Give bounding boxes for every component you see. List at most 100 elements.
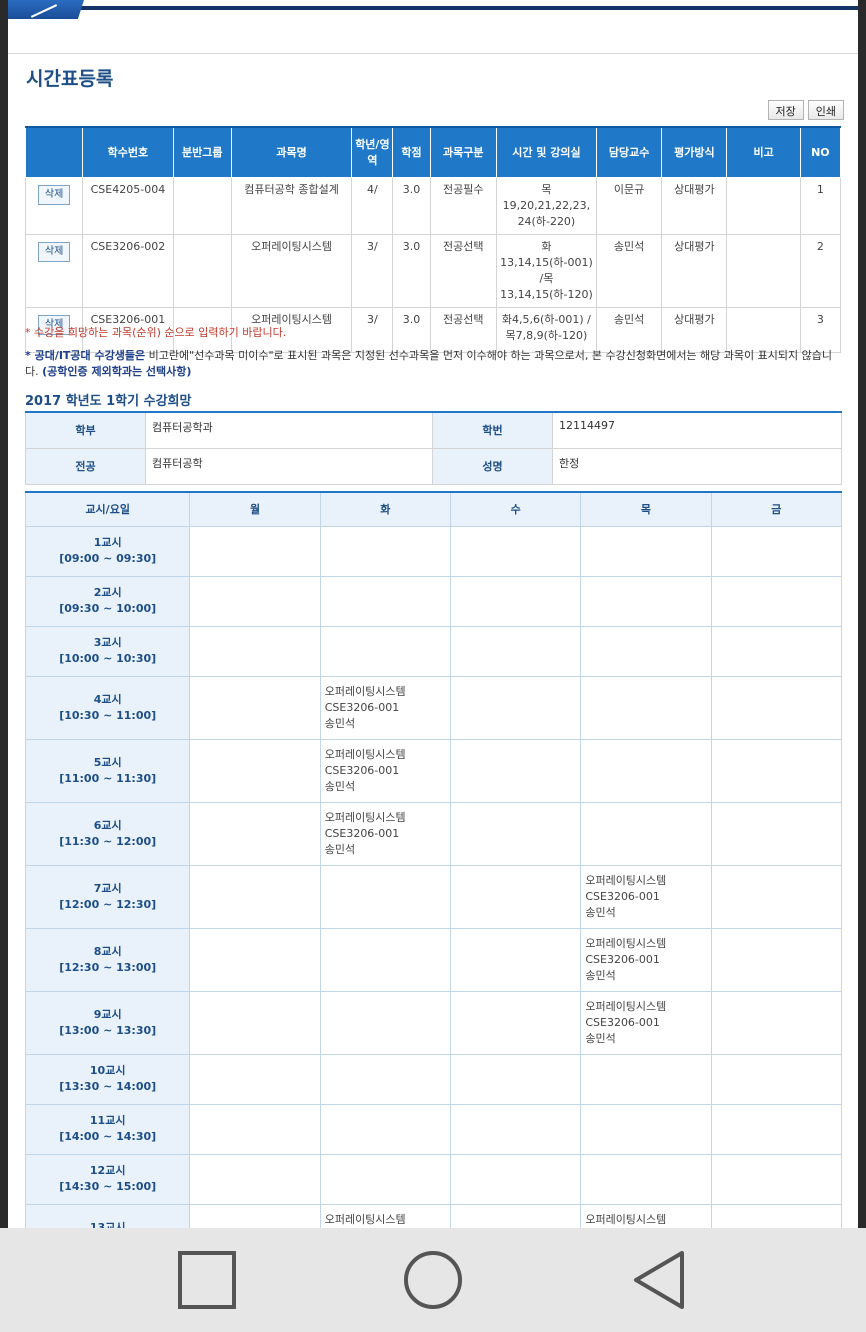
period-number: 11교시 <box>89 1114 126 1127</box>
period-label: 2교시 [09:30 ~ 10:00] <box>24 575 191 627</box>
timetable-cell-wed <box>450 1153 582 1205</box>
timetable-cell-mon <box>189 927 321 992</box>
student-info-table: 학부 컴퓨터공학과 학번 12114497 전공 컴퓨터공학 성명 한정 <box>25 411 842 485</box>
timetable-cell-mon <box>189 864 321 929</box>
col-header-time: 시간 및 강의실 <box>495 126 597 178</box>
timetable: 교시/요일 월 화 수 목 금 1교시 [09:00 ~ 09:30] 2교시 [09… <box>24 491 843 1228</box>
course-no: 2 <box>799 233 842 308</box>
circle-icon[interactable] <box>403 1250 463 1310</box>
registration-header-row: 학수번호 분반그룹 과목명 학년/영역 학점 과목구분 시간 및 강의실 담당교… <box>24 126 842 178</box>
col-header-action <box>24 126 84 178</box>
timetable-cell-mon <box>189 1053 321 1105</box>
course-credit: 3.0 <box>392 233 431 308</box>
prerequisite-note-prefix: * 공대/IT공대 수강생들은 <box>25 349 146 362</box>
timetable-cell-wed <box>450 1103 582 1155</box>
timetable-cell-wed <box>450 864 582 929</box>
timetable-cell-fri <box>710 1153 843 1205</box>
course-type: 전공필수 <box>429 176 497 235</box>
timetable-header-mon: 월 <box>189 491 321 527</box>
triangle-back-icon[interactable] <box>630 1250 690 1310</box>
timetable-cell-wed <box>450 801 582 866</box>
period-time: [09:00 ~ 09:30] <box>59 552 157 565</box>
period-label: 1교시 [09:00 ~ 09:30] <box>24 525 191 577</box>
print-button[interactable]: 인쇄 <box>807 100 844 120</box>
prerequisite-note: * 공대/IT공대 수강생들은 비고란에"선수과목 미이수"로 표시된 과목은 … <box>25 348 845 380</box>
course-name: 컴퓨터공학 종합설계 <box>230 176 353 235</box>
period-label: 13교시[15:00 ~ 15:30] <box>24 1203 191 1228</box>
section-title: 2017 학년도 1학기 수강희망 <box>25 394 192 409</box>
period-label: 3교시 [10:00 ~ 10:30] <box>24 625 191 677</box>
course-time: 화13,14,15(하-001) /목13,14,15(하-120) <box>495 233 597 308</box>
timetable-cell-tue <box>319 864 452 929</box>
period-number: 6교시 <box>93 818 122 832</box>
timetable-header-period: 교시/요일 <box>24 491 191 527</box>
course-eval: 상대평가 <box>661 176 728 235</box>
course-prof: 송민석 <box>595 306 663 353</box>
timetable-cell-tue: 오퍼레이팅시스템 CSE3206-001 송민석 <box>319 738 452 803</box>
action-cell: 삭제 <box>24 233 84 308</box>
course-year: 3/ <box>351 306 394 353</box>
course-group <box>172 233 232 308</box>
delete-button[interactable]: 삭제 <box>37 184 71 205</box>
course-note <box>726 233 801 308</box>
timetable-body: 1교시 [09:00 ~ 09:30] 2교시 [09:30 ~ 10:00] 3교시 [… <box>24 525 843 1228</box>
timetable-row: 3교시 [10:00 ~ 10:30] <box>24 625 843 677</box>
delete-button[interactable]: 삭제 <box>37 241 71 262</box>
course-eval: 상대평가 <box>661 306 728 353</box>
timetable-cell-thu: 오퍼레이팅시스템 CSE3206-001 송민석 <box>580 927 712 992</box>
name-value: 한정 <box>552 447 842 485</box>
timetable-header-tue: 화 <box>319 491 452 527</box>
id-value: 12114497 <box>552 411 842 449</box>
period-time: [11:00 ~ 11:30] <box>59 771 157 785</box>
timetable-cell-fri <box>710 625 843 677</box>
timetable-cell-tue <box>319 990 452 1055</box>
page-title: 시간표등록 <box>26 68 114 90</box>
period-label: 7교시 [12:00 ~ 12:30] <box>24 864 191 929</box>
timetable-cell-wed <box>450 927 582 992</box>
timetable-row: 11교시 [14:00 ~ 14:30] <box>24 1103 843 1155</box>
timetable-cell-tue <box>319 625 452 677</box>
save-button[interactable]: 저장 <box>767 100 804 120</box>
course-type: 전공선택 <box>429 233 497 308</box>
course-time: 목19,20,21,22,23, 24(하-220) <box>495 176 597 235</box>
timetable-row: 9교시 [13:00 ~ 13:30] 오퍼레이팅시스템 CSE3206-001 송… <box>24 990 843 1055</box>
col-header-no: NO <box>799 126 842 178</box>
timetable-cell-fri <box>710 675 843 740</box>
course-credit: 3.0 <box>392 176 431 235</box>
course-no: 1 <box>799 176 842 235</box>
info-row: 학부 컴퓨터공학과 학번 12114497 <box>25 411 842 449</box>
period-label: 12교시 [14:30 ~ 15:00] <box>24 1153 191 1205</box>
period-time: [11:30 ~ 12:00] <box>59 834 157 848</box>
priority-note: * 수강을 희망하는 과목(순위) 순으로 입력하기 바랍니다. <box>25 326 287 339</box>
timetable-row: 2교시 [09:30 ~ 10:00] <box>24 575 843 627</box>
timetable-cell-thu <box>580 1053 712 1105</box>
col-header-prof: 담당교수 <box>595 126 663 178</box>
timetable-cell-tue: 오퍼레이팅시스템 CSE3206-001 송민석 <box>319 801 452 866</box>
timetable-cell-tue: 오퍼레이팅시스템 CSE3206-001 송민석 <box>319 675 452 740</box>
timetable-cell-thu: 오퍼레이팅시스템 CSE3206-002 송민석 <box>580 1203 712 1228</box>
period-number: 12교시 <box>89 1164 126 1177</box>
timetable-cell-fri <box>710 1103 843 1155</box>
period-label: 5교시 [11:00 ~ 11:30] <box>24 738 191 803</box>
course-code: CSE4205-004 <box>82 176 174 235</box>
col-header-code: 학수번호 <box>82 126 174 178</box>
course-prof: 송민석 <box>595 233 663 308</box>
timetable-cell-fri <box>710 1203 843 1228</box>
course-group <box>172 176 232 235</box>
period-number: 3교시 <box>93 636 122 649</box>
timetable-cell-thu: 오퍼레이팅시스템 CSE3206-001 송민석 <box>580 864 712 929</box>
period-time: [14:30 ~ 15:00] <box>59 1180 157 1193</box>
timetable-cell-mon <box>189 675 321 740</box>
timetable-cell-fri <box>710 1053 843 1105</box>
col-header-group: 분반그룹 <box>172 126 232 178</box>
toolbar: 저장 인쇄 <box>767 100 844 120</box>
course-credit: 3.0 <box>392 306 431 353</box>
timetable-cell-thu: 오퍼레이팅시스템 CSE3206-001 송민석 <box>580 990 712 1055</box>
timetable-cell-mon <box>189 990 321 1055</box>
period-time: [12:00 ~ 12:30] <box>59 897 157 911</box>
course-type: 전공선택 <box>429 306 497 353</box>
period-label: 8교시 [12:30 ~ 13:00] <box>24 927 191 992</box>
square-icon[interactable] <box>177 1250 237 1310</box>
timetable-cell-wed <box>450 990 582 1055</box>
period-number: 10교시 <box>89 1064 126 1077</box>
